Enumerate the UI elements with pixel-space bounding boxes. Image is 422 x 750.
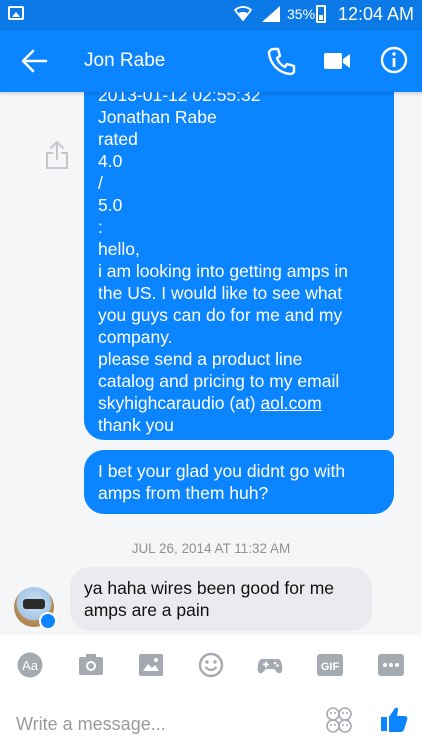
video-call-icon[interactable] <box>322 50 352 72</box>
more-icon[interactable] <box>377 652 405 678</box>
message-line: the US. I would like to see what <box>98 283 343 303</box>
text-format-label: Aa <box>22 658 39 673</box>
message-composer <box>0 695 422 750</box>
message-line: Jonathan Rabe <box>98 107 217 127</box>
message-line: / <box>98 173 103 193</box>
message-text: I bet your glad you didnt go with amps f… <box>98 461 346 503</box>
battery-icon <box>316 5 326 23</box>
message-line: 2013-01-12 02:55:32 <box>98 92 261 105</box>
back-arrow-icon[interactable] <box>20 48 48 74</box>
message-line: i am looking into getting amps in <box>98 261 348 281</box>
wifi-icon <box>233 6 253 22</box>
message-line: hello, <box>98 239 140 259</box>
share-icon[interactable] <box>44 140 70 170</box>
message-line: ya haha wires been good for me <box>84 578 335 598</box>
message-line: thank you <box>98 415 174 435</box>
signal-icon <box>262 6 280 22</box>
message-line: amps are a pain <box>84 600 210 620</box>
message-line-email: skyhighcaraudio (at) aol.com <box>98 392 380 414</box>
conversation-header: Jon Rabe <box>0 30 422 92</box>
gif-icon[interactable]: GIF <box>316 652 344 678</box>
gif-label: GIF <box>321 661 340 673</box>
sticker-icon[interactable] <box>326 706 352 734</box>
message-line: company. <box>98 327 173 347</box>
avatar[interactable] <box>14 587 57 630</box>
game-controller-icon[interactable] <box>256 652 284 678</box>
outgoing-message-bubble[interactable]: 2013-01-12 02:55:32 Jonathan Rabe rated … <box>84 92 394 440</box>
outgoing-message-bubble[interactable]: I bet your glad you didnt go with amps f… <box>84 450 394 514</box>
message-line: 4.0 <box>98 151 123 171</box>
message-line: 5.0 <box>98 195 123 215</box>
message-line: you guys can do for me and my <box>98 305 343 325</box>
gallery-notification-icon <box>8 6 24 20</box>
message-input[interactable] <box>14 709 308 739</box>
messenger-badge-icon <box>39 612 57 630</box>
avatar-truck-image <box>23 599 45 609</box>
status-bar: 35% 12:04 AM <box>0 0 422 30</box>
camera-icon[interactable] <box>77 652 105 678</box>
contact-name[interactable]: Jon Rabe <box>84 50 165 72</box>
info-icon[interactable] <box>380 46 408 74</box>
phone-icon[interactable] <box>266 46 296 76</box>
message-timestamp: JUL 26, 2014 AT 11:32 AM <box>131 541 291 556</box>
gallery-icon[interactable] <box>137 652 165 678</box>
message-line: catalog and pricing to my email <box>98 371 340 391</box>
email-text: skyhighcaraudio (at) <box>98 393 261 413</box>
email-link[interactable]: aol.com <box>260 393 321 413</box>
text-format-icon[interactable]: Aa <box>16 652 44 678</box>
thumbs-up-icon[interactable] <box>380 705 408 733</box>
status-clock: 12:04 AM <box>338 4 415 24</box>
message-line: : <box>98 217 103 237</box>
composer-toolbar: Aa GIF <box>0 635 422 695</box>
message-line: please send a product line <box>98 349 303 369</box>
message-line: rated <box>98 129 138 149</box>
emoji-icon[interactable] <box>197 652 225 678</box>
message-list[interactable]: 2013-01-12 02:55:32 Jonathan Rabe rated … <box>0 92 422 635</box>
battery-percentage: 35% <box>287 6 316 22</box>
incoming-message-bubble[interactable]: ya haha wires been good for me amps are … <box>70 567 372 631</box>
